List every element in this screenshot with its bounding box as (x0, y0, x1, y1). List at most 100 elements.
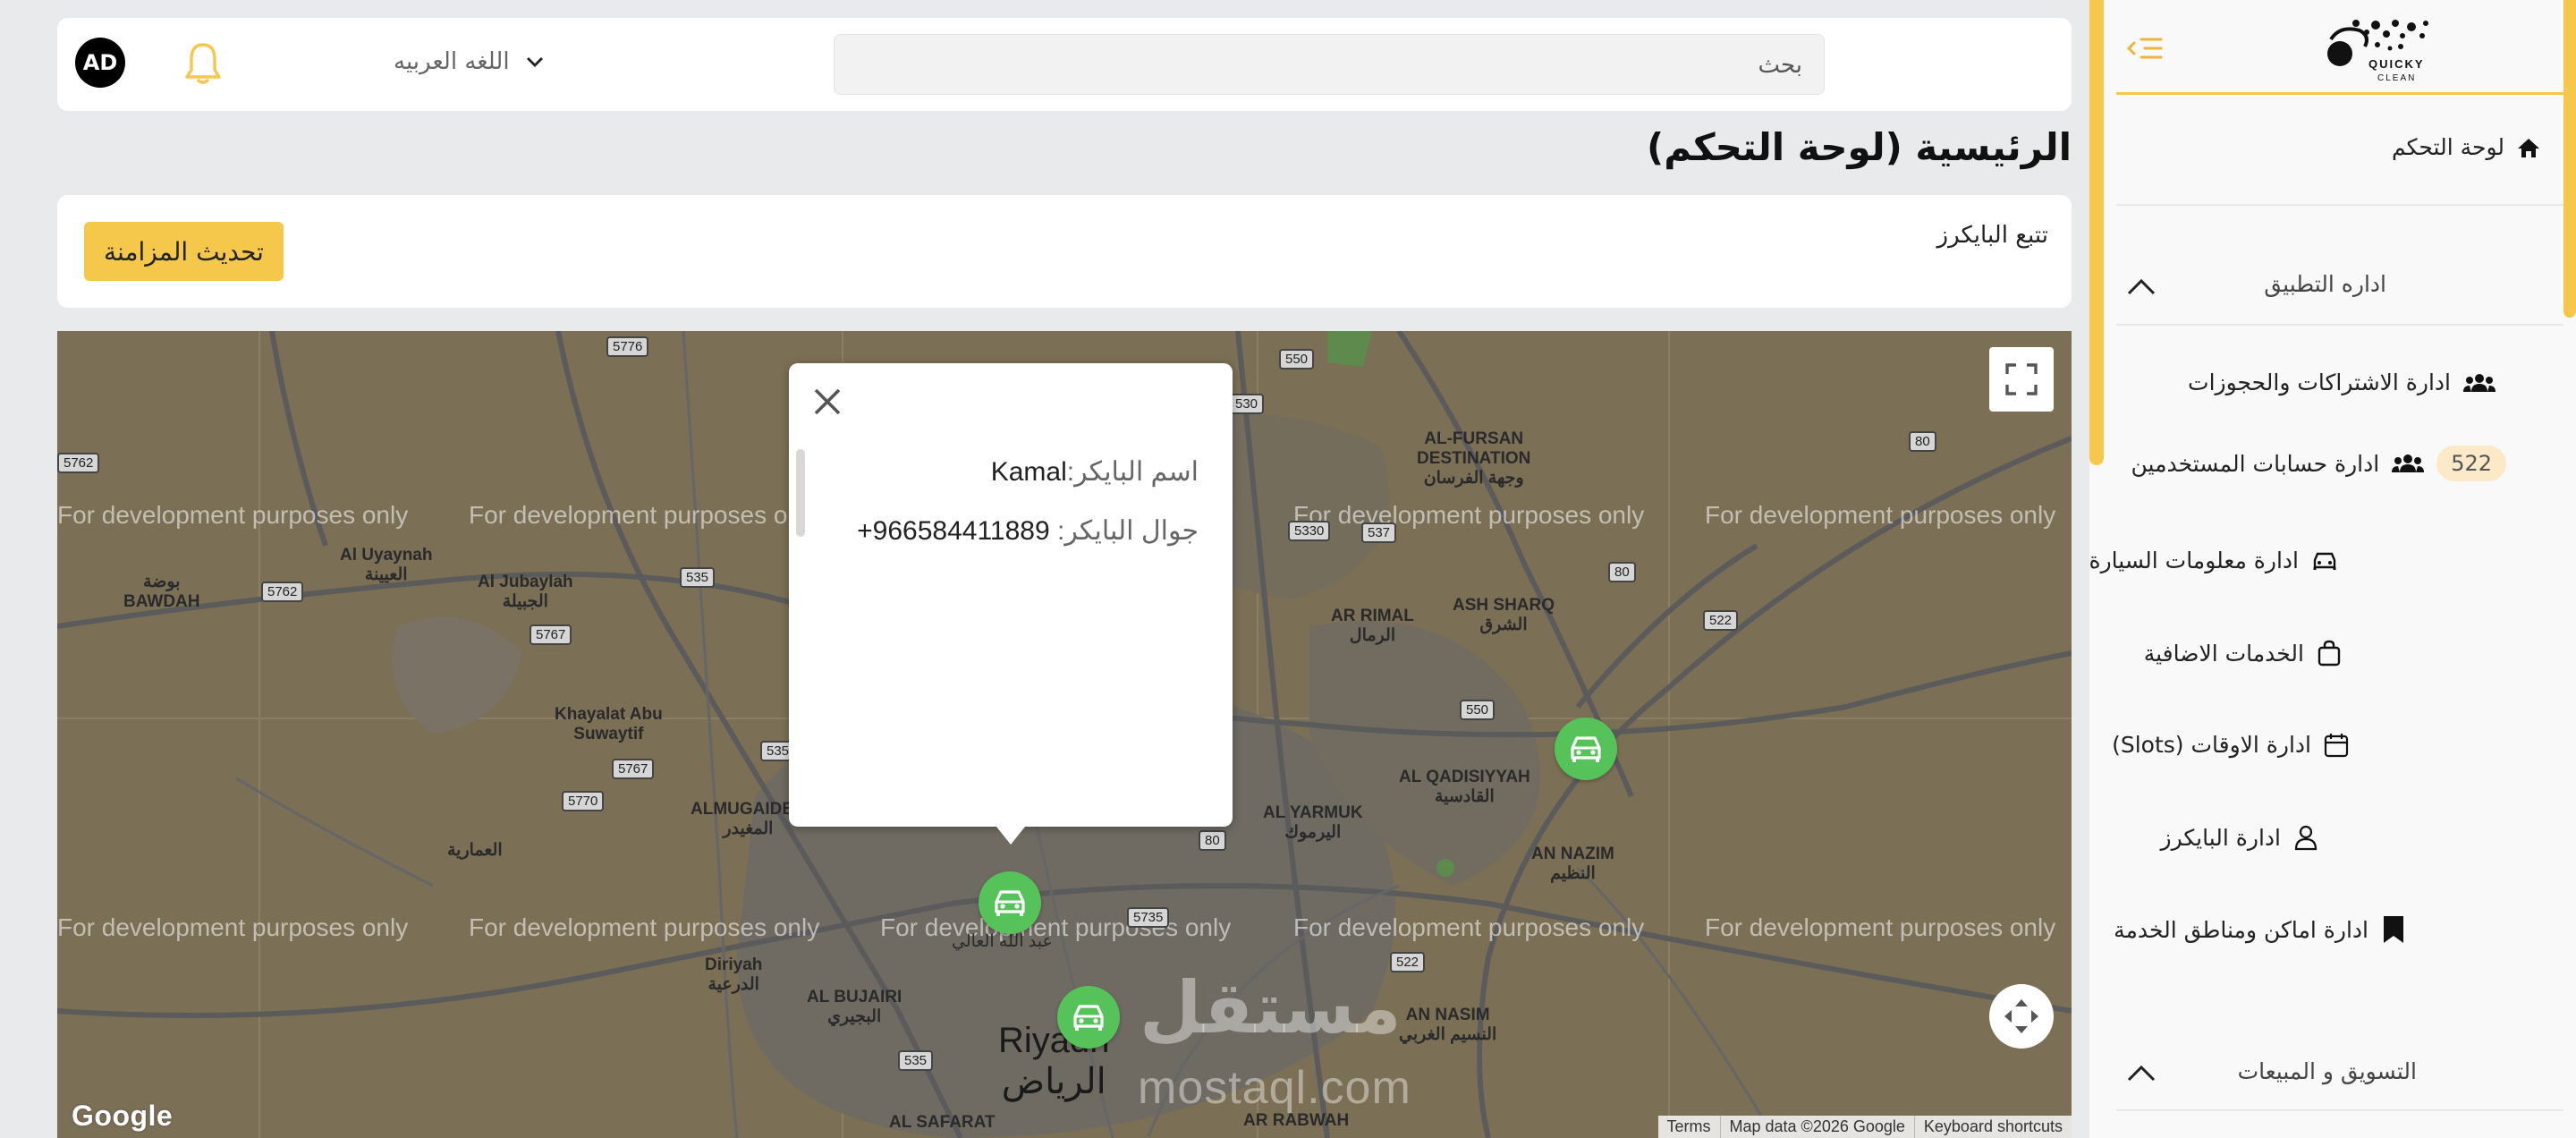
map-place-label: AL QADISIYYAH (1399, 768, 1530, 786)
map-place-label: ASH SHARQ الشرق (1453, 596, 1555, 635)
biker-marker[interactable] (979, 871, 1041, 934)
map-place-label: العيينة (364, 565, 408, 584)
users-count-badge: 522 (2436, 446, 2506, 481)
biker-phone-row: جوال البايكر: +966584411889 (857, 515, 1199, 547)
sidebar-item-users[interactable]: 522 ادارة حسابات المستخدمين (2131, 446, 2506, 481)
sidebar-item-car-info[interactable]: ادارة معلومات السيارة (2089, 548, 2338, 573)
sidebar-item-dashboard[interactable]: لوحة التحكم (2392, 134, 2540, 160)
sidebar-item-service-areas[interactable]: ادارة اماكن ومناطق الخدمة (2114, 914, 2406, 945)
menu-collapse-icon[interactable] (2125, 32, 2165, 64)
svg-text:CLEAN: CLEAN (2377, 73, 2416, 83)
sidebar-item-extra-services[interactable]: الخدمات الاضافية (2144, 640, 2342, 667)
mostaql-watermark-logo: مستقل (1140, 966, 1402, 1049)
section-label: اداره التطبيق (2264, 271, 2386, 297)
route-shield: 550 (1279, 349, 1315, 369)
language-selector[interactable]: اللغه العربيه (394, 48, 544, 75)
route-shield: 5735 (1127, 907, 1170, 928)
dev-watermark: For development purposes only (1293, 913, 1645, 941)
chevron-up-icon[interactable] (2125, 276, 2157, 297)
chevron-up-icon[interactable] (2125, 1062, 2157, 1083)
map-place-label: AN NASIM النسيم الغربي (1399, 1006, 1496, 1045)
sidebar-item-label: ادارة معلومات السيارة (2089, 548, 2299, 573)
chevron-down-icon (526, 57, 543, 67)
biker-tracking-bar: تحديث المزامنة تتبع البايكرز (57, 195, 2072, 308)
pan-arrows-icon (2004, 999, 2038, 1033)
map-place-label: الدرعية (708, 974, 759, 994)
route-shield: 550 (1460, 700, 1496, 720)
close-icon[interactable] (809, 383, 846, 420)
car-icon (2313, 552, 2336, 570)
avatar[interactable]: AD (75, 38, 125, 88)
top-bar: AD اللغه العربيه (57, 18, 2072, 111)
route-shield: 5762 (261, 582, 304, 602)
biker-marker[interactable] (1057, 986, 1120, 1049)
map-place-label: AR RIMAL الرمال (1331, 607, 1414, 646)
sidebar-item-label: الخدمات الاضافية (2143, 640, 2304, 667)
bell-icon[interactable] (182, 41, 224, 86)
map-place-label: AL-FURSAN (1424, 429, 1524, 448)
route-shield: 5776 (606, 336, 649, 357)
map-place-label: AN NASIM (1405, 1006, 1490, 1024)
map-place-label: Al Jubaylah (478, 573, 573, 591)
sidebar-item-label: لوحة التحكم (2391, 134, 2504, 160)
sidebar-scrollbar[interactable] (2563, 0, 2576, 318)
sidebar-item-label: ادارة اماكن ومناطق الخدمة (2114, 916, 2368, 943)
sidebar-item-label: ادارة حسابات المستخدمين (2131, 450, 2380, 477)
sidebar-item-subscriptions[interactable]: ادارة الاشتراكات والحجوزات (2188, 369, 2496, 395)
calendar-icon (2324, 733, 2349, 757)
map-place-label: DESTINATION (1417, 448, 1531, 468)
map-place-label: اليرموك (1284, 822, 1342, 842)
map-place-label: بوضة BAWDAH (123, 573, 200, 612)
home-icon (2518, 138, 2539, 157)
section-header-app[interactable]: اداره التطبيق (2264, 271, 2386, 297)
sidebar-item-label: ادارة البايكرز (2160, 824, 2282, 851)
sidebar-accent-bar (2089, 0, 2104, 465)
map-place-label: Khayalat Abu (555, 705, 663, 724)
map[interactable]: For development purposes only For develo… (57, 331, 2072, 1138)
dev-watermark: For development purposes only (1705, 501, 2056, 529)
map-place-label: البجيري (827, 1006, 882, 1026)
biker-phone-value: +966584411889 (857, 516, 1050, 546)
sidebar-item-slots[interactable]: ادارة الاوقات (Slots) (2112, 732, 2349, 758)
users-icon (2463, 373, 2496, 392)
terms-link[interactable]: Terms (1658, 1116, 1720, 1138)
map-place-label: الشرق (1479, 615, 1528, 634)
map-place-label: Al Uyaynah (340, 546, 433, 565)
car-icon (995, 890, 1025, 916)
map-place-label: AL BUJAIRI (807, 988, 902, 1006)
map-place-label: الجبيلة (502, 591, 548, 611)
map-place-label: النسيم الغربي (1399, 1024, 1497, 1044)
sync-button[interactable]: تحديث المزامنة (84, 222, 284, 281)
mostaql-watermark-url: mostaql.com (1138, 1062, 1411, 1114)
biker-info-window: اسم البايكر:Kamal جوال البايكر: +9665844… (789, 363, 1233, 845)
map-place-label: Diriyah الدرعية (705, 955, 762, 995)
logo-underline (2116, 92, 2563, 95)
users-icon (2392, 454, 2425, 472)
map-place-label: AL SAFARAT (889, 1113, 996, 1132)
map-camera-control[interactable] (1989, 984, 2054, 1049)
section-header-marketing[interactable]: التسويق و المبيعات (2238, 1058, 2417, 1084)
map-place-label: وجهة الفرسان (1423, 468, 1524, 488)
map-place-label: بوضة (143, 573, 181, 591)
biker-marker[interactable] (1555, 718, 1617, 780)
biker-name-value: Kamal (990, 457, 1067, 487)
route-shield: 522 (1703, 610, 1739, 631)
search-input[interactable] (834, 34, 1825, 95)
route-shield: 5767 (612, 759, 655, 779)
map-place-label: AL-FURSAN DESTINATION وجهة الفرسان (1417, 429, 1530, 488)
car-icon (1073, 1005, 1104, 1031)
map-place-label: BAWDAH (123, 591, 200, 611)
dev-watermark: For development purposes only (1293, 501, 1645, 529)
route-shield: 535 (680, 567, 716, 588)
language-label: اللغه العربيه (394, 48, 510, 75)
fullscreen-button[interactable] (1989, 347, 2054, 412)
info-window-scrollbar[interactable] (796, 449, 805, 537)
route-shield: 5770 (562, 791, 605, 811)
dev-watermark: For development purposes only (469, 913, 820, 941)
route-shield: 80 (1199, 830, 1226, 851)
dev-watermark: For development purposes only (469, 501, 820, 529)
map-place-label: Al Uyaynah العيينة (340, 546, 432, 585)
section-label: التسويق و المبيعات (2237, 1058, 2417, 1084)
keyboard-shortcuts-link[interactable]: Keyboard shortcuts (1913, 1116, 2072, 1138)
sidebar-item-bikers[interactable]: ادارة البايكرز (2161, 824, 2319, 851)
